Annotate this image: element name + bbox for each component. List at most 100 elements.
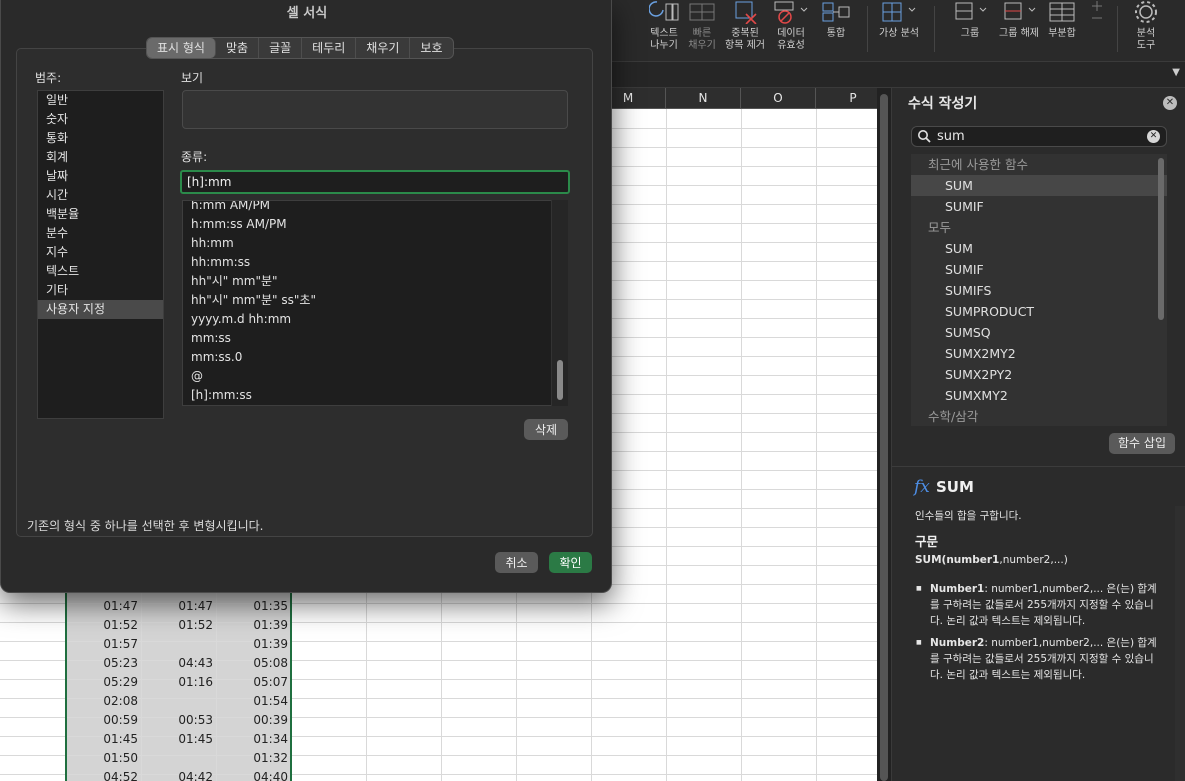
what-if-analysis-button[interactable]: 가상 분석	[874, 0, 924, 40]
cell[interactable]: 01:57	[66, 635, 141, 654]
format-code-item[interactable]: h:mm AM/PM	[183, 201, 567, 215]
function-list[interactable]: 최근에 사용한 함수 SUM SUMIF 모두 SUM SUMIF SUMIFS SUMPRO…	[911, 154, 1167, 426]
function-item[interactable]: SUMIF	[911, 196, 1167, 217]
column-header-n[interactable]: N	[666, 88, 741, 109]
function-item[interactable]: SUMIFS	[911, 280, 1167, 301]
category-item[interactable]: 통화	[38, 129, 163, 148]
format-code-item[interactable]: hh:mm	[183, 234, 567, 253]
category-item[interactable]: 지수	[38, 243, 163, 262]
cell[interactable]: 01:45	[66, 730, 141, 749]
cell[interactable]: 01:35	[216, 597, 291, 616]
category-item[interactable]: 사용자 지정	[38, 300, 163, 319]
format-code-item[interactable]: [h]:mm:ss	[183, 386, 567, 405]
cell[interactable]: 05:07	[216, 673, 291, 692]
analysis-tools-button[interactable]: 분석 도구	[1128, 0, 1164, 52]
cell[interactable]: 01:54	[216, 692, 291, 711]
cell[interactable]	[141, 692, 216, 711]
function-item[interactable]: SUMIF	[911, 259, 1167, 280]
remove-duplicates-button[interactable]: 중복된 항목 제거	[725, 0, 765, 52]
cell[interactable]: 01:52	[141, 616, 216, 635]
cell[interactable]: 05:29	[66, 673, 141, 692]
format-type-input[interactable]	[180, 170, 570, 194]
function-item[interactable]: SUM	[911, 175, 1167, 196]
group-button[interactable]: 그룹	[950, 0, 990, 40]
cell[interactable]: 01:47	[141, 597, 216, 616]
cell[interactable]: 04:52	[66, 768, 141, 781]
category-item[interactable]: 회계	[38, 148, 163, 167]
category-item[interactable]: 텍스트	[38, 262, 163, 281]
function-item[interactable]: SUMPRODUCT	[911, 301, 1167, 322]
function-item[interactable]: SUMSQ	[911, 322, 1167, 343]
cell[interactable]: 04:43	[141, 654, 216, 673]
category-item[interactable]: 기타	[38, 281, 163, 300]
cell[interactable]: 01:50	[66, 749, 141, 768]
cell[interactable]: 01:16	[141, 673, 216, 692]
category-item[interactable]: 날짜	[38, 167, 163, 186]
help-scrollbar[interactable]	[1175, 506, 1185, 781]
expand-collapse-buttons[interactable]	[1090, 0, 1104, 28]
format-code-item[interactable]: hh"시" mm"분" ss"초"	[183, 291, 567, 310]
formula-bar-expand-icon[interactable]: ▼	[1172, 67, 1180, 78]
cell[interactable]: 01:39	[216, 635, 291, 654]
category-item[interactable]: 숫자	[38, 110, 163, 129]
cell[interactable]: 04:40	[216, 768, 291, 781]
category-item[interactable]: 일반	[38, 91, 163, 110]
format-code-item[interactable]: hh:mm:ss	[183, 253, 567, 272]
text-to-columns-button[interactable]: 텍스트 나누기	[648, 0, 680, 52]
function-item[interactable]: SUM	[911, 238, 1167, 259]
cancel-button[interactable]: 취소	[495, 552, 538, 573]
cell[interactable]: 00:59	[66, 711, 141, 730]
sheet-vertical-scrollbar[interactable]	[877, 88, 891, 781]
flash-fill-button[interactable]: 빠른 채우기	[686, 0, 718, 52]
tab-fill[interactable]: 채우기	[356, 38, 411, 58]
cell[interactable]: 01:32	[216, 749, 291, 768]
column-header-p[interactable]: P	[816, 88, 877, 109]
cell[interactable]	[141, 749, 216, 768]
clear-search-icon[interactable]: ✕	[1147, 130, 1160, 143]
category-item[interactable]: 백분율	[38, 205, 163, 224]
cell[interactable]: 01:52	[66, 616, 141, 635]
format-code-list[interactable]: h:mm AM/PM h:mm:ss AM/PM hh:mm hh:mm:ss hh"시…	[182, 200, 568, 406]
category-item[interactable]: 분수	[38, 224, 163, 243]
insert-function-button[interactable]: 함수 삽입	[1109, 433, 1175, 454]
format-code-item[interactable]: mm:ss	[183, 329, 567, 348]
cell[interactable]: 00:39	[216, 711, 291, 730]
function-search-input[interactable]	[937, 128, 1137, 145]
function-list-scrollbar[interactable]	[1158, 158, 1164, 320]
format-list-scrollbar[interactable]	[551, 200, 568, 406]
consolidate-button[interactable]: 통합	[820, 0, 852, 40]
cell[interactable]: 04:42	[141, 768, 216, 781]
category-item[interactable]: 시간	[38, 186, 163, 205]
function-item[interactable]: SUMX2MY2	[911, 343, 1167, 364]
ok-button[interactable]: 확인	[549, 552, 592, 573]
function-item[interactable]: SUMXMY2	[911, 385, 1167, 406]
function-item[interactable]: SUMX2PY2	[911, 364, 1167, 385]
cell[interactable]: 01:47	[66, 597, 141, 616]
format-code-item[interactable]: mm:ss.0	[183, 348, 567, 367]
tab-alignment[interactable]: 맞춤	[216, 38, 260, 58]
format-code-item[interactable]: h:mm:ss AM/PM	[183, 215, 567, 234]
column-header-o[interactable]: O	[741, 88, 816, 109]
cell[interactable]: 05:23	[66, 654, 141, 673]
cell[interactable]: 01:34	[216, 730, 291, 749]
formula-bar[interactable]: ▼	[612, 62, 1185, 88]
cell[interactable]: 00:53	[141, 711, 216, 730]
tab-number[interactable]: 표시 형식	[147, 38, 216, 58]
format-code-item[interactable]: hh"시" mm"분"	[183, 272, 567, 291]
tab-protection[interactable]: 보호	[410, 38, 452, 58]
cell[interactable]: 05:08	[216, 654, 291, 673]
scrollbar-thumb[interactable]	[880, 94, 888, 781]
data-validation-button[interactable]: 데이터 유효성	[772, 0, 810, 52]
cell[interactable]	[141, 635, 216, 654]
subtotal-button[interactable]: 부분합	[1044, 0, 1080, 40]
function-search[interactable]: ✕	[911, 126, 1167, 147]
tab-border[interactable]: 테두리	[302, 38, 357, 58]
delete-button[interactable]: 삭제	[524, 419, 568, 440]
cell[interactable]: 01:39	[216, 616, 291, 635]
tab-font[interactable]: 글꼴	[259, 38, 303, 58]
ungroup-button[interactable]: 그룹 해제	[996, 0, 1042, 40]
format-code-item[interactable]: yyyy.m.d hh:mm	[183, 310, 567, 329]
close-icon[interactable]: ✕	[1163, 96, 1177, 110]
cell[interactable]: 02:08	[66, 692, 141, 711]
cell[interactable]: 01:45	[141, 730, 216, 749]
